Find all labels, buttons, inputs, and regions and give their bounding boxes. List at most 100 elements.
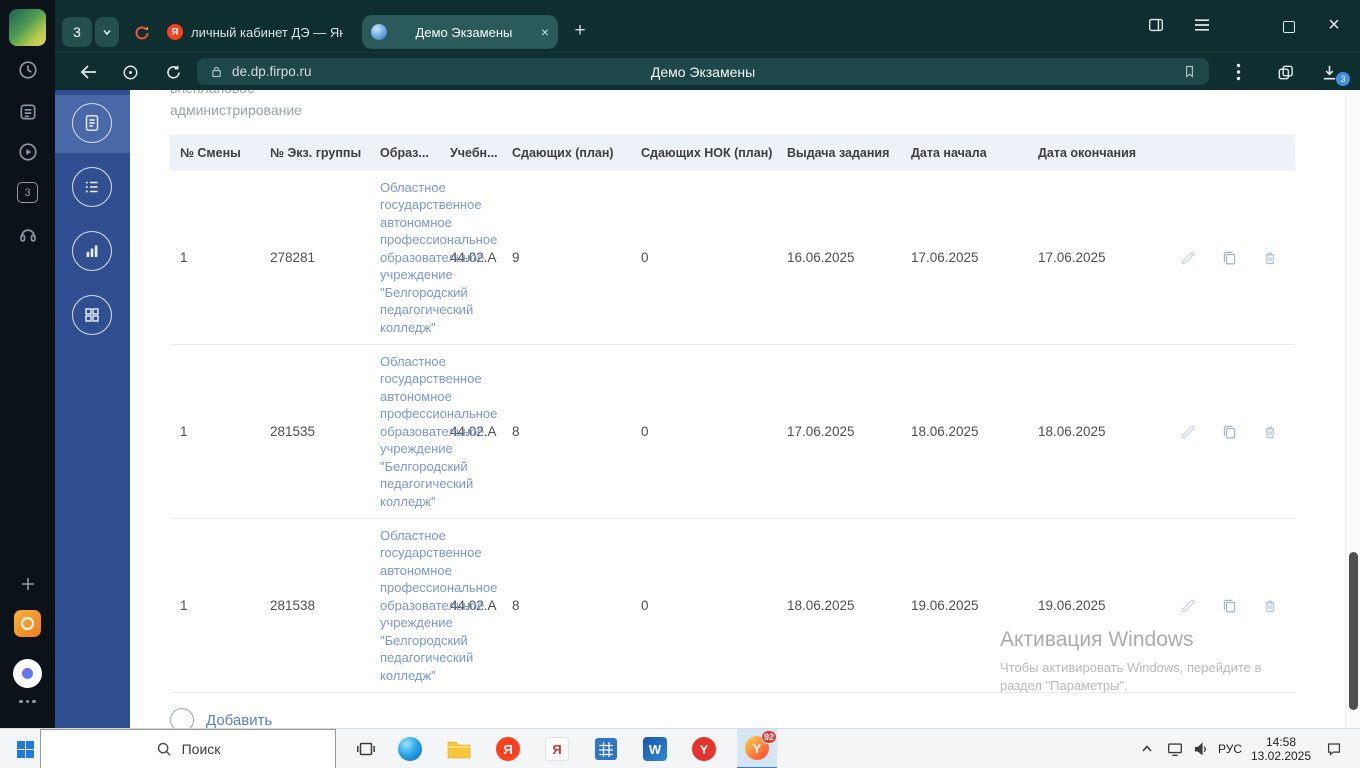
ya-letter-app-icon[interactable]: Я [537,729,577,768]
calls-icon[interactable] [0,224,55,244]
delete-button[interactable] [1262,598,1278,614]
task-view-button[interactable] [346,729,386,768]
copy-button[interactable] [1221,423,1238,440]
col-start-date: Дата начала [911,146,987,160]
col-organization: Образ... [380,146,429,160]
side-panel-icon[interactable] [1143,12,1169,38]
action-center-icon[interactable] [1318,729,1350,768]
language-indicator[interactable]: РУС [1212,729,1248,768]
scrollbar-thumb[interactable] [1349,552,1358,710]
browser-sync-icon[interactable] [133,24,151,42]
page-scrollbar[interactable] [1345,90,1360,728]
menu-icon[interactable] [1189,12,1215,38]
cell-actions [1170,171,1295,344]
cell-organization: Областное государственное автономное про… [370,345,497,518]
word-app-icon[interactable]: W [635,729,675,768]
tray-chevron-icon[interactable] [1133,729,1161,768]
tab-list-chevron[interactable] [95,17,119,47]
edit-button[interactable] [1180,597,1197,614]
profile-logo[interactable] [9,9,46,46]
demo-exams-favicon [371,24,387,40]
organization-link[interactable]: Областное государственное автономное про… [380,527,497,685]
close-window-icon[interactable]: × [1321,10,1347,40]
heading-line-2: администрирование [170,102,302,118]
copy-button[interactable] [1221,249,1238,266]
list-icon [85,181,98,193]
messenger-icon[interactable]: 3 [0,182,55,203]
cell-shift: 1 [180,424,188,439]
start-button[interactable] [10,729,40,768]
organization-link[interactable]: Областное государственное автономное про… [380,353,497,511]
more-icon[interactable] [0,700,55,704]
assistant-icon[interactable] [119,63,141,81]
file-explorer-icon[interactable] [439,729,479,768]
maximize-icon[interactable] [1276,14,1302,40]
exams-table: № Смены № Экз. группы Образ... Учебн... … [170,135,1295,693]
yandex-browser-icon[interactable]: Y [684,729,724,768]
address-bar[interactable]: de.dp.firpo.ru Демо Экзамены [197,58,1209,85]
network-icon[interactable] [1161,729,1189,768]
page-content: внеплановое администрирование № Смены № … [130,90,1345,728]
sidebar-item-reports[interactable] [72,231,112,271]
organization-link[interactable]: Областное государственное автономное про… [380,179,497,337]
new-tab-button[interactable]: + [567,18,593,44]
table-row: 1 278281 Областное государственное автон… [170,171,1295,345]
cell-issue-date: 18.06.2025 [787,598,855,613]
copy-button[interactable] [1221,597,1238,614]
refresh-icon[interactable] [161,62,185,82]
taskbar-search-box[interactable]: Поиск [40,729,336,768]
notification-count-badge: 92 [761,730,778,744]
cell-start-date: 17.06.2025 [911,250,979,265]
delete-button[interactable] [1262,250,1278,266]
tab-demo-exams[interactable]: Демо Экзамены × [362,15,558,49]
edit-button[interactable] [1180,249,1197,266]
tray-date: 13.02.2025 [1250,749,1312,763]
close-tab-icon[interactable]: × [541,24,549,40]
back-icon[interactable] [75,61,101,83]
bookmark-icon[interactable] [1182,64,1197,79]
add-exam-icon[interactable] [170,708,194,728]
spreadsheet-app-icon[interactable] [586,729,626,768]
cell-organization: Областное государственное автономное про… [370,171,497,344]
tab-title: личный кабинет ДЭ — Ян... [191,24,343,40]
tab-counter-button[interactable]: 3 [62,17,92,47]
downloads-badge: 3 [1336,72,1350,86]
table-row: 1 281538 Областное государственное автон… [170,519,1295,693]
sidebar-item-grid[interactable] [72,295,112,335]
browser-titlebar: 3 Я личный кабинет ДЭ — Ян... Демо Экзам… [55,0,1360,52]
windows-logo-icon [16,740,34,758]
sidebar-item-exams[interactable] [72,103,112,143]
cell-takers-plan: 8 [512,598,520,613]
sidebar-item-list[interactable] [72,167,112,207]
taskbar-clock[interactable]: 14:58 13.02.2025 [1248,729,1314,768]
collections-icon[interactable] [1273,61,1297,83]
yandex-app-icon[interactable]: Я [488,729,528,768]
video-icon[interactable] [0,142,55,162]
tab-title: Демо Экзамены [415,24,513,40]
music-app-icon[interactable] [14,610,41,637]
col-takers-plan: Сдающих (план) [512,146,614,160]
add-panel-icon[interactable] [0,575,55,593]
grid-icon [85,308,99,322]
search-placeholder: Поиск [181,741,221,757]
history-icon[interactable] [0,60,55,80]
alice-icon[interactable] [13,659,42,688]
cell-takers-nok-plan: 0 [641,598,649,613]
volume-icon[interactable] [1187,729,1215,768]
feed-icon[interactable] [0,102,55,122]
col-shift: № Смены [180,146,241,160]
cell-group: 281538 [270,598,316,613]
messenger-badge: 3 [17,182,38,203]
windows-taskbar: Поиск Я Я W Y Y 92 РУС 14:58 13.02.2025 [0,728,1360,768]
edge-taskbar-icon[interactable] [390,729,430,768]
tab-personal-cabinet[interactable]: Я личный кабинет ДЭ — Ян... [158,18,352,46]
delete-button[interactable] [1262,424,1278,440]
col-group: № Экз. группы [270,146,362,160]
edit-button[interactable] [1180,423,1197,440]
col-end-date: Дата окончания [1038,146,1137,160]
cell-organization: Областное государственное автономное про… [370,519,497,692]
cell-takers-nok-plan: 0 [641,424,649,439]
active-browser-icon[interactable]: Y 92 [737,729,778,768]
add-exam-link[interactable]: Добавить [206,712,272,728]
more-actions-icon[interactable] [1227,61,1249,83]
